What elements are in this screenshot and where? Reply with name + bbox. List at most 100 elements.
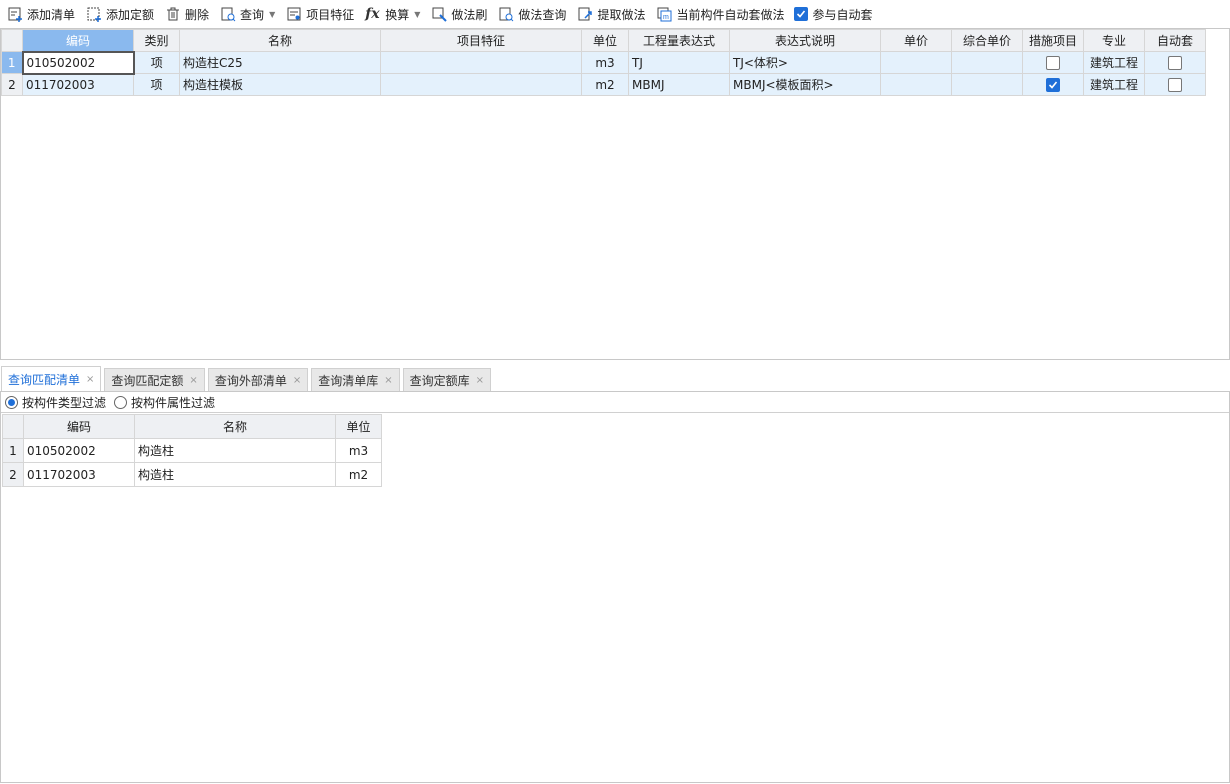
type-cell[interactable]: 项 xyxy=(133,73,180,96)
auto-method-button[interactable]: m 当前构件自动套做法 xyxy=(653,2,789,26)
name-cell[interactable]: 构造柱 xyxy=(134,438,336,463)
tab-quota-library[interactable]: 查询定额库 × xyxy=(402,368,492,392)
auto-cell[interactable] xyxy=(1144,51,1206,74)
list-grid-header: 编码 类别 名称 项目特征 单位 工程量表达式 表达式说明 单价 综合单价 措施… xyxy=(1,29,1206,52)
extract-method-button[interactable]: 提取做法 xyxy=(574,2,650,26)
expr-desc-cell[interactable]: MBMJ<模板面积> xyxy=(729,73,881,96)
expr-cell[interactable]: TJ xyxy=(628,51,730,74)
col-header-measure[interactable]: 措施项目 xyxy=(1022,29,1084,52)
corner-cell[interactable] xyxy=(2,414,24,439)
price-cell[interactable] xyxy=(880,51,952,74)
extract-icon xyxy=(578,7,593,21)
comp-price-cell[interactable] xyxy=(951,73,1023,96)
col-header-expr[interactable]: 工程量表达式 xyxy=(628,29,730,52)
unit-cell[interactable]: m3 xyxy=(335,438,382,463)
table-row[interactable]: 2 011702003 构造柱 m2 xyxy=(2,462,382,487)
query-button[interactable]: 查询 ▼ xyxy=(217,2,280,26)
corner-cell[interactable] xyxy=(1,29,23,52)
type-cell[interactable]: 项 xyxy=(133,51,180,74)
result-grid-header: 编码 名称 单位 xyxy=(2,414,382,439)
col-header-unit[interactable]: 单位 xyxy=(581,29,629,52)
feature-cell[interactable] xyxy=(380,73,582,96)
col-header-major[interactable]: 专业 xyxy=(1083,29,1145,52)
row-number[interactable]: 2 xyxy=(2,462,24,487)
tab-list-library[interactable]: 查询清单库 × xyxy=(311,368,400,392)
code-cell[interactable]: 010502002 xyxy=(23,438,135,463)
convert-button[interactable]: fx 换算 ▼ xyxy=(362,2,425,26)
major-cell[interactable]: 建筑工程 xyxy=(1083,73,1145,96)
code-cell[interactable]: 010502002 xyxy=(21,50,135,75)
row-number[interactable]: 1 xyxy=(2,438,24,463)
measure-cell[interactable] xyxy=(1022,73,1084,96)
expr-cell[interactable]: MBMJ xyxy=(628,73,730,96)
col-header-name[interactable]: 名称 xyxy=(134,414,336,439)
list-grid: 编码 类别 名称 项目特征 单位 工程量表达式 表达式说明 单价 综合单价 措施… xyxy=(1,29,1206,96)
tab-label: 查询匹配清单 xyxy=(8,373,81,387)
tab-label: 查询匹配定额 xyxy=(111,374,184,388)
method-brush-button[interactable]: 做法刷 xyxy=(428,2,492,26)
name-cell[interactable]: 构造柱 xyxy=(134,462,336,487)
close-icon[interactable]: × xyxy=(189,375,197,386)
tab-match-list[interactable]: 查询匹配清单 × xyxy=(1,366,102,392)
checkbox-checked-icon[interactable] xyxy=(794,7,809,21)
tab-external-list[interactable]: 查询外部清单 × xyxy=(207,368,309,392)
item-feature-icon xyxy=(287,7,301,21)
col-header-unit[interactable]: 单位 xyxy=(335,414,382,439)
item-feature-button[interactable]: 项目特征 xyxy=(283,2,359,26)
auto-cell[interactable] xyxy=(1144,73,1206,96)
name-cell[interactable]: 构造柱模板 xyxy=(179,73,381,96)
list-grid-panel: 编码 类别 名称 项目特征 单位 工程量表达式 表达式说明 单价 综合单价 措施… xyxy=(0,28,1230,360)
chevron-down-icon[interactable]: ▼ xyxy=(269,10,275,19)
radio-selected-icon[interactable] xyxy=(5,395,18,409)
measure-checkbox[interactable] xyxy=(1046,55,1060,70)
table-row[interactable]: 1 010502002 构造柱 m3 xyxy=(2,438,382,463)
table-row[interactable]: 2 011702003 项 构造柱模板 m2 MBMJ MBMJ<模板面积> 建… xyxy=(1,73,1206,96)
col-header-name[interactable]: 名称 xyxy=(179,29,381,52)
add-list-label: 添加清单 xyxy=(27,7,76,22)
chevron-down-icon[interactable]: ▼ xyxy=(414,10,420,19)
code-cell[interactable]: 011702003 xyxy=(22,73,134,96)
col-header-code[interactable]: 编码 xyxy=(23,414,135,439)
delete-button[interactable]: 删除 xyxy=(162,2,214,26)
participate-auto-label: 参与自动套 xyxy=(812,7,873,22)
measure-cell[interactable] xyxy=(1022,51,1084,74)
add-quota-button[interactable]: 添加定额 xyxy=(83,2,159,26)
participate-auto-checkbox[interactable]: 参与自动套 xyxy=(794,2,872,26)
feature-cell[interactable] xyxy=(380,51,582,74)
filter-by-type-label: 按构件类型过滤 xyxy=(22,395,107,410)
radio-unselected-icon[interactable] xyxy=(114,395,128,409)
method-query-icon xyxy=(499,7,514,22)
major-cell[interactable]: 建筑工程 xyxy=(1083,51,1145,74)
col-header-type[interactable]: 类别 xyxy=(133,29,180,52)
filter-by-attr-radio[interactable]: 按构件属性过滤 xyxy=(114,394,215,411)
col-header-expr-desc[interactable]: 表达式说明 xyxy=(729,29,881,52)
col-header-code[interactable]: 编码 xyxy=(22,29,134,52)
delete-label: 删除 xyxy=(185,7,210,22)
col-header-price[interactable]: 单价 xyxy=(880,29,952,52)
close-icon[interactable]: × xyxy=(86,374,94,385)
unit-cell[interactable]: m2 xyxy=(335,462,382,487)
expr-desc-cell[interactable]: TJ<体积> xyxy=(729,51,881,74)
close-icon[interactable]: × xyxy=(384,375,392,386)
table-row[interactable]: 1 010502002 项 构造柱C25 m3 TJ TJ<体积> 建筑工程 xyxy=(1,50,1206,75)
col-header-feature[interactable]: 项目特征 xyxy=(380,29,582,52)
name-cell[interactable]: 构造柱C25 xyxy=(179,51,381,74)
tab-match-quota[interactable]: 查询匹配定额 × xyxy=(104,368,205,392)
method-query-button[interactable]: 做法查询 xyxy=(495,2,571,26)
col-header-comp-price[interactable]: 综合单价 xyxy=(951,29,1023,52)
close-icon[interactable]: × xyxy=(476,375,484,386)
unit-cell[interactable]: m2 xyxy=(581,73,629,96)
price-cell[interactable] xyxy=(880,73,952,96)
col-header-auto[interactable]: 自动套 xyxy=(1144,29,1206,52)
row-number[interactable]: 2 xyxy=(1,73,23,96)
filter-by-type-radio[interactable]: 按构件类型过滤 xyxy=(5,394,106,411)
row-number[interactable]: 1 xyxy=(1,51,23,74)
auto-checkbox[interactable] xyxy=(1168,77,1182,92)
auto-checkbox[interactable] xyxy=(1168,55,1182,70)
code-cell[interactable]: 011702003 xyxy=(23,462,135,487)
unit-cell[interactable]: m3 xyxy=(581,51,629,74)
measure-checkbox[interactable] xyxy=(1046,77,1060,92)
close-icon[interactable]: × xyxy=(293,375,301,386)
add-list-button[interactable]: 添加清单 xyxy=(4,2,80,26)
comp-price-cell[interactable] xyxy=(951,51,1023,74)
